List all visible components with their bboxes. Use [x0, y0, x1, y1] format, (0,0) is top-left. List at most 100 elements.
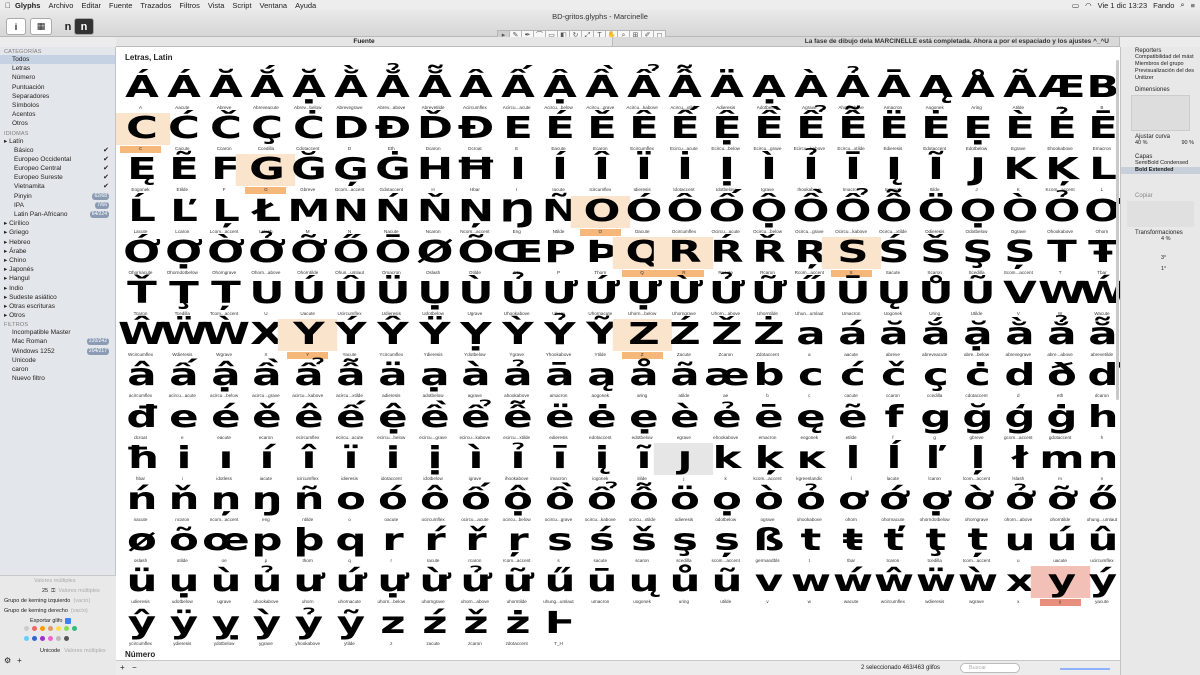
battery-icon[interactable]: ▭: [1072, 1, 1079, 10]
color-swatch[interactable]: [24, 626, 29, 631]
sidebar-item[interactable]: ▸ Latín: [0, 137, 115, 146]
transform-heading[interactable]: Transformaciones: [1121, 229, 1200, 236]
curve-heading[interactable]: Ajustar curva: [1121, 133, 1200, 140]
lock-icon[interactable]: ⚿: [51, 586, 55, 596]
sidebar-item[interactable]: Europeo Central ✔: [0, 164, 115, 173]
sidebar-item[interactable]: ▸ Griego: [0, 228, 115, 237]
sidebar-item[interactable]: ▸ Cirílico: [0, 219, 115, 228]
sidebar-item[interactable]: Separadores: [0, 92, 115, 101]
glyph-view-button[interactable]: n: [74, 18, 94, 35]
clock[interactable]: Vie 1 dic 13:23: [1098, 1, 1147, 10]
gear-icon[interactable]: ⚙: [4, 656, 11, 666]
add-icon[interactable]: +: [17, 656, 22, 666]
width-value[interactable]: 25: [42, 586, 48, 596]
sidebar-item[interactable]: Todos: [0, 55, 115, 65]
sidebar-item[interactable]: ▸ Otras escrituras: [0, 302, 115, 311]
tab-edit[interactable]: La fase de dibujo dela MARCINELLE está c…: [613, 37, 1120, 46]
color-swatch[interactable]: [56, 636, 61, 641]
glyph-cell[interactable]: LL: [1081, 154, 1120, 195]
reporters-heading[interactable]: Reporters: [1121, 47, 1200, 54]
glyph-cell[interactable]: ď dcaron: [1081, 360, 1120, 401]
sidebar-item[interactable]: Incompatible Master: [0, 328, 115, 337]
sidebar-item[interactable]: caron: [0, 365, 115, 374]
tab-font[interactable]: Fuente: [116, 37, 613, 46]
layer-item[interactable]: SemiBold Condensed: [1121, 160, 1200, 167]
sidebar-item[interactable]: ▸ Chino: [0, 256, 115, 265]
sidebar-item[interactable]: Europeo Occidental ✔: [0, 155, 115, 164]
add-icon[interactable]: +: [120, 663, 125, 672]
curve-min[interactable]: 40 %: [1135, 140, 1148, 147]
sidebar-item[interactable]: ▸ Otros: [0, 311, 115, 320]
glyph-cell[interactable]: ẵ abrevetilde: [1081, 319, 1120, 360]
glyph-cell[interactable]: BB: [1081, 72, 1120, 113]
glyph-cell[interactable]: Ẃ Wacute: [1079, 278, 1120, 319]
glyph-cell[interactable]: Ơ Ohorn: [1081, 196, 1120, 237]
glyph-cell[interactable]: nn: [1081, 443, 1120, 484]
kern-left-value[interactable]: (vacío): [73, 596, 90, 606]
search-icon[interactable]: ⌕: [1180, 0, 1184, 10]
remove-icon[interactable]: −: [132, 663, 137, 672]
menu-item[interactable]: Script: [232, 1, 257, 10]
dimensions-heading[interactable]: Dimensiones: [1121, 86, 1200, 93]
color-swatch[interactable]: [32, 626, 37, 631]
menu-item[interactable]: Vista: [208, 1, 231, 10]
color-swatch[interactable]: [64, 636, 69, 641]
menu-item[interactable]: Ayuda: [295, 1, 322, 10]
search-input[interactable]: Buscar: [960, 663, 1020, 673]
scrollbar[interactable]: [1116, 60, 1119, 400]
slant-value[interactable]: 1°: [1121, 266, 1200, 273]
sidebar-item[interactable]: Otros: [0, 119, 115, 128]
sidebar-item[interactable]: Latin Pan-Africano 64/224: [0, 210, 115, 219]
kern-right-value[interactable]: (vacío): [71, 606, 88, 616]
color-label-swatches[interactable]: [4, 626, 116, 631]
menu-item[interactable]: Filtros: [179, 1, 205, 10]
sidebar-item[interactable]: Pinyin 62/68: [0, 192, 115, 201]
sidebar-item[interactable]: Mac Roman 220/242: [0, 337, 115, 346]
glyph-cell[interactable]: û ucircumflex: [1081, 525, 1120, 566]
reporter-item[interactable]: Unitizer: [1121, 75, 1200, 82]
glyph-cell[interactable]: Ⱶ T_H: [538, 608, 579, 649]
menu-item[interactable]: Archivo: [48, 1, 79, 10]
sidebar-item[interactable]: Europeo Sureste ✔: [0, 173, 115, 182]
color-label-swatches-2[interactable]: [4, 636, 116, 641]
sidebar-item[interactable]: Número: [0, 73, 115, 82]
color-swatch[interactable]: [24, 636, 29, 641]
sidebar-item[interactable]: ▸ Hebreo: [0, 238, 115, 247]
glyph-cell[interactable]: Ē Emacron: [1081, 113, 1120, 154]
color-swatch[interactable]: [48, 626, 53, 631]
reporter-item[interactable]: Miembros del grupo: [1121, 61, 1200, 68]
color-swatch[interactable]: [56, 626, 61, 631]
sidebar-item[interactable]: IPA 7/66: [0, 201, 115, 210]
glyph-cell[interactable]: ý yacute: [1081, 566, 1120, 607]
apple-icon[interactable]: : [5, 1, 15, 10]
sidebar-item[interactable]: ▸ Sudeste asiático: [0, 293, 115, 302]
layer-item[interactable]: Bold Extended: [1121, 167, 1200, 174]
sidebar-item[interactable]: Windows 1252 204/217: [0, 347, 115, 356]
sidebar-item[interactable]: Básico ✔: [0, 146, 115, 155]
layers-heading[interactable]: Capas: [1121, 153, 1200, 160]
glyph-cell[interactable]: hh: [1081, 402, 1120, 443]
color-swatch[interactable]: [64, 626, 69, 631]
sidebar-item[interactable]: Unicode: [0, 356, 115, 365]
user-name[interactable]: Fando: [1153, 1, 1174, 10]
curve-max[interactable]: 90 %: [1181, 140, 1194, 147]
zoom-slider[interactable]: [1060, 668, 1110, 670]
export-checkbox[interactable]: [65, 618, 72, 624]
menu-item[interactable]: Trazados: [140, 1, 177, 10]
align-tools[interactable]: [1127, 201, 1194, 227]
menu-item[interactable]: Editar: [81, 1, 107, 10]
color-swatch[interactable]: [40, 626, 45, 631]
sidebar-item[interactable]: Acentos: [0, 110, 115, 119]
menu-item[interactable]: Ventana: [260, 1, 294, 10]
wifi-icon[interactable]: ◠: [1085, 1, 1092, 10]
reporter-item[interactable]: Compatibilidad del mást: [1121, 54, 1200, 61]
color-swatch[interactable]: [48, 636, 53, 641]
sidebar-item[interactable]: ▸ Indio: [0, 284, 115, 293]
glyph-cell[interactable]: Ŧ Tbar: [1081, 237, 1120, 278]
rotate-value[interactable]: 3°: [1121, 255, 1200, 262]
scale-value[interactable]: 4 %: [1121, 236, 1200, 243]
sidebar-item[interactable]: ▸ Japonés: [0, 265, 115, 274]
sidebar-item[interactable]: Puntuación: [0, 83, 115, 92]
menu-item[interactable]: Glyphs: [15, 1, 46, 10]
glyph-cell[interactable]: ő ohung...umlaut: [1081, 484, 1120, 525]
